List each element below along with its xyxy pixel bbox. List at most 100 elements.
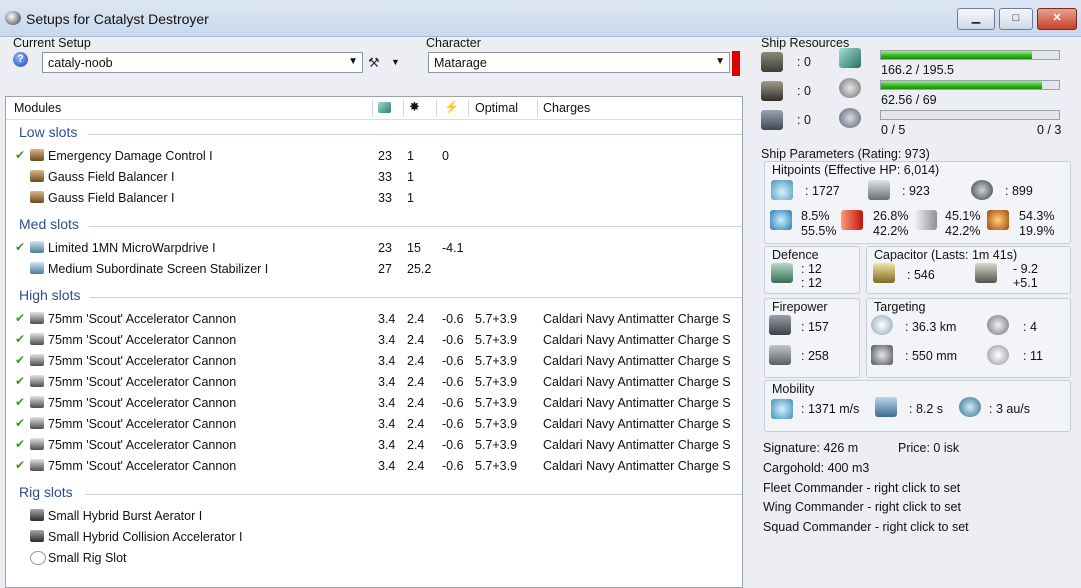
chevron-down-icon[interactable]: ▼: [391, 57, 400, 67]
online-check-icon: ✔: [15, 416, 26, 430]
cargohold: Cargohold: 400 m3: [763, 461, 870, 475]
explosive-resist-b: 19.9%: [1019, 224, 1055, 238]
cpu-bar: [880, 50, 1060, 60]
module-name: Medium Subordinate Screen Stabilizer I: [48, 262, 269, 276]
character-status-indicator: [732, 51, 740, 76]
module-row[interactable]: Gauss Field Balancer I 33 1: [6, 188, 742, 209]
module-row[interactable]: ✔ 75mm 'Scout' Accelerator Cannon 3.4 2.4 -0…: [6, 393, 742, 414]
close-button[interactable]: ✕: [1037, 8, 1077, 30]
module-icon: [30, 509, 44, 521]
module-row[interactable]: ✔ 75mm 'Scout' Accelerator Cannon 3.4 2.4 -0…: [6, 351, 742, 372]
module-cpu: 3.4: [378, 375, 396, 389]
capacitor-column-icon[interactable]: ⚡: [444, 100, 459, 114]
module-row[interactable]: ✔ 75mm 'Scout' Accelerator Cannon 3.4 2.4 -0…: [6, 435, 742, 456]
module-cap: -0.6: [442, 396, 464, 410]
module-pg: 2.4: [407, 312, 425, 326]
module-row[interactable]: Medium Subordinate Screen Stabilizer I 27…: [6, 259, 742, 280]
online-check-icon: ✔: [15, 332, 26, 346]
module-cpu: 3.4: [378, 396, 396, 410]
sensor-strength: : 11: [1023, 349, 1043, 363]
defence-icon: [771, 263, 793, 283]
section-divider: [88, 134, 742, 135]
module-optimal: 5.7+3.9: [475, 417, 518, 431]
module-icon: [30, 551, 46, 565]
setup-select[interactable]: cataly-noob ▼: [42, 52, 363, 73]
online-check-icon: ✔: [15, 374, 26, 388]
module-icon: [30, 396, 44, 408]
turret-damage-icon: [769, 315, 791, 335]
firepower-value-a: : 157: [801, 320, 829, 334]
squad-commander[interactable]: Squad Commander - right click to set: [763, 520, 969, 534]
section-rig-slots: Rig slots: [19, 484, 73, 500]
firepower-group: Firepower : 157 : 258: [764, 298, 860, 378]
help-icon[interactable]: ?: [13, 52, 28, 67]
capacitor-group: Capacitor (Lasts: 1m 41s) : 546 - 9.2 +5…: [866, 246, 1071, 294]
capacitor-title: Capacitor (Lasts: 1m 41s): [874, 248, 1018, 262]
module-row[interactable]: ✔ 75mm 'Scout' Accelerator Cannon 3.4 2.4 -0…: [6, 456, 742, 477]
section-high-slots: High slots: [19, 287, 81, 303]
character-select[interactable]: Matarage ▼: [428, 52, 730, 73]
powergrid-column-icon[interactable]: ✸: [409, 99, 420, 115]
module-row[interactable]: Gauss Field Balancer I 33 1: [6, 167, 742, 188]
wing-commander[interactable]: Wing Commander - right click to set: [763, 500, 961, 514]
rig-slots-value: 0 / 3: [1037, 123, 1062, 137]
warp-speed: : 3 au/s: [989, 402, 1030, 416]
ship-resources-panel: Ship Resources : 0 : 0 : 0 166.2 / 195.5…: [753, 36, 1073, 138]
setup-tools-icon[interactable]: ⚒: [368, 55, 380, 71]
launcher-slots: : 0: [797, 84, 811, 98]
kinetic-resist-a: 45.1%: [945, 209, 981, 223]
align-time-icon: [875, 397, 897, 417]
kinetic-resist-icon: [915, 210, 937, 230]
module-icon: [30, 530, 44, 542]
module-row[interactable]: ✔ 75mm 'Scout' Accelerator Cannon 3.4 2.4 -0…: [6, 309, 742, 330]
module-icon: [30, 375, 44, 387]
sensor-strength-icon: [987, 345, 1009, 365]
maximize-button[interactable]: □: [999, 8, 1033, 30]
module-cap: -0.6: [442, 417, 464, 431]
defence-title: Defence: [772, 248, 819, 262]
online-check-icon: ✔: [15, 311, 26, 325]
header-charges[interactable]: Charges: [543, 101, 590, 115]
module-icon: [30, 191, 44, 203]
section-divider: [89, 226, 742, 227]
module-optimal: 5.7+3.9: [475, 354, 518, 368]
header-optimal[interactable]: Optimal: [475, 101, 518, 115]
module-row[interactable]: Small Hybrid Burst Aerator I: [6, 506, 742, 527]
module-optimal: 5.7+3.9: [475, 333, 518, 347]
thermal-resist-b: 42.2%: [873, 224, 909, 238]
module-icon: [30, 312, 44, 324]
module-row[interactable]: ✔ Emergency Damage Control I 23 1 0: [6, 146, 742, 167]
powergrid-value: 62.56 / 69: [881, 93, 937, 107]
modules-panel: Modules ✸ ⚡ Optimal Charges Low slots ✔ Em…: [5, 96, 743, 588]
module-row[interactable]: ✔ 75mm 'Scout' Accelerator Cannon 3.4 2.4 -0…: [6, 414, 742, 435]
module-icon: [30, 170, 44, 182]
module-row[interactable]: Small Rig Slot: [6, 548, 742, 569]
module-pg: 1: [407, 170, 414, 184]
scan-resolution-icon: [871, 345, 893, 365]
module-optimal: 5.7+3.9: [475, 312, 518, 326]
module-name: Limited 1MN MicroWarpdrive I: [48, 241, 216, 255]
module-cap: -0.6: [442, 333, 464, 347]
module-row[interactable]: ✔ 75mm 'Scout' Accelerator Cannon 3.4 2.4 -0…: [6, 372, 742, 393]
module-cpu: 3.4: [378, 354, 396, 368]
module-row[interactable]: Small Hybrid Collision Accelerator I: [6, 527, 742, 548]
module-name: Gauss Field Balancer I: [48, 191, 175, 205]
module-optimal: 5.7+3.9: [475, 375, 518, 389]
module-row[interactable]: ✔ 75mm 'Scout' Accelerator Cannon 3.4 2.4 -0…: [6, 330, 742, 351]
fleet-commander[interactable]: Fleet Commander - right click to set: [763, 481, 960, 495]
module-cap: -4.1: [442, 241, 464, 255]
online-check-icon: ✔: [15, 353, 26, 367]
module-name: 75mm 'Scout' Accelerator Cannon: [48, 396, 237, 410]
section-divider: [90, 297, 742, 298]
calibration-icon: [839, 108, 861, 128]
module-cpu: 33: [378, 191, 392, 205]
character-value: Matarage: [434, 56, 487, 70]
minimize-button[interactable]: ▁: [957, 8, 995, 30]
cpu-column-icon[interactable]: [378, 102, 391, 113]
module-row[interactable]: ✔ Limited 1MN MicroWarpdrive I 23 15 -4.1: [6, 238, 742, 259]
header-modules[interactable]: Modules: [14, 101, 61, 115]
module-icon: [30, 417, 44, 429]
current-setup-label: Current Setup: [13, 36, 91, 50]
module-cpu: 3.4: [378, 312, 396, 326]
module-cap: 0: [442, 149, 449, 163]
